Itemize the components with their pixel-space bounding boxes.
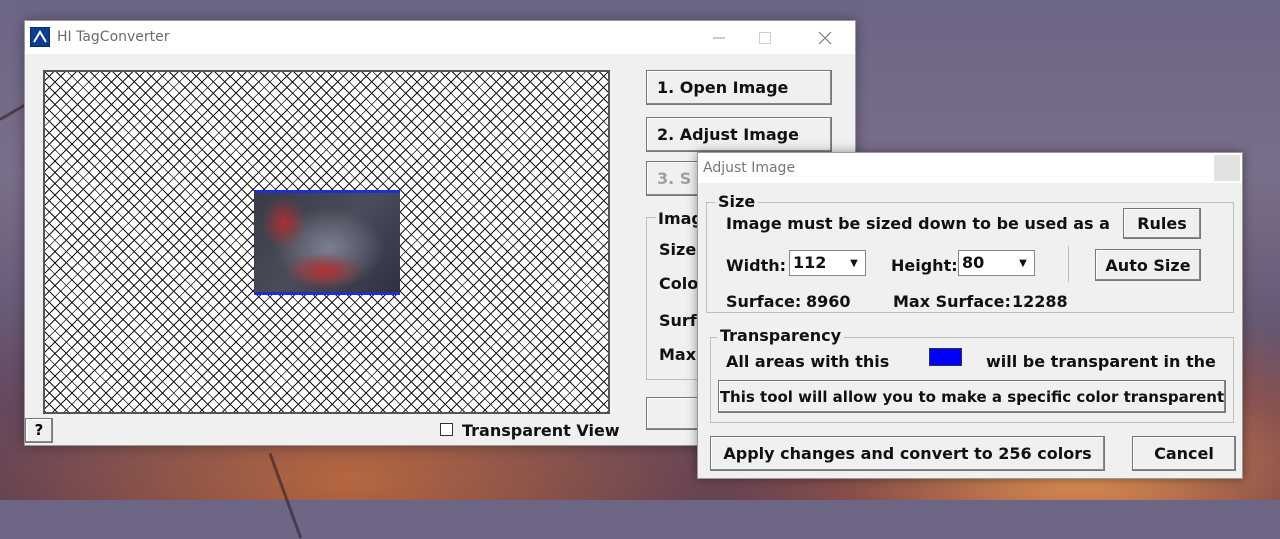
height-value: 80: [962, 253, 985, 272]
info-colors-label: Colo: [659, 274, 699, 293]
width-label: Width:: [726, 256, 787, 275]
image-canvas[interactable]: [43, 70, 610, 414]
help-button[interactable]: ?: [25, 418, 53, 443]
chevron-down-icon[interactable]: ▼: [1014, 254, 1032, 273]
adjust-image-button[interactable]: 2. Adjust Image: [646, 117, 832, 152]
desktop-decoration: [268, 452, 303, 539]
transparency-message-end: will be transparent in the: [986, 352, 1216, 371]
window-title: HI TagConverter: [57, 29, 170, 45]
transparency-tool-button[interactable]: This tool will allow you to make a speci…: [718, 380, 1226, 413]
title-bar[interactable]: HI TagConverter: [25, 21, 855, 54]
height-label: Height:: [891, 256, 958, 275]
height-combobox[interactable]: 80 ▼: [958, 250, 1035, 276]
open-image-button[interactable]: 1. Open Image: [646, 70, 832, 105]
separator: [1068, 246, 1069, 282]
apply-convert-button[interactable]: Apply changes and convert to 256 colors: [710, 436, 1105, 471]
transparent-color-swatch[interactable]: [929, 348, 962, 366]
image-preview: [254, 190, 400, 295]
transparency-group-legend: Transparency: [717, 326, 845, 345]
auto-size-button[interactable]: Auto Size: [1095, 249, 1201, 281]
transparency-message-start: All areas with this: [726, 352, 890, 371]
width-value: 112: [793, 253, 827, 272]
surface-value: 8960: [806, 292, 851, 311]
adjust-image-dialog: Adjust Image Size Image must be sized do…: [697, 152, 1243, 479]
chevron-down-icon[interactable]: ▼: [845, 254, 863, 273]
close-icon[interactable]: [803, 25, 847, 51]
size-message: Image must be sized down to be used as a: [726, 214, 1110, 233]
max-surface-label: Max Surface:: [893, 292, 1011, 311]
size-group-legend: Size: [715, 192, 759, 211]
max-surface-value: 12288: [1012, 292, 1068, 311]
info-max-label: Max: [659, 345, 697, 364]
info-size-label: Size: [659, 240, 697, 259]
surface-label: Surface:: [726, 292, 802, 311]
transparent-view-checkbox[interactable]: [440, 423, 453, 436]
dialog-title: Adjust Image: [703, 160, 796, 176]
width-combobox[interactable]: 112 ▼: [789, 250, 866, 276]
cancel-button[interactable]: Cancel: [1132, 436, 1236, 471]
app-icon: [30, 27, 50, 47]
transparent-view-label: Transparent View: [462, 421, 620, 440]
info-surface-label: Surf: [659, 311, 697, 330]
dialog-title-bar[interactable]: Adjust Image: [698, 153, 1242, 183]
maximize-icon[interactable]: [743, 25, 787, 51]
rules-button[interactable]: Rules: [1123, 208, 1201, 239]
dialog-close-icon[interactable]: [1214, 155, 1240, 181]
minimize-icon[interactable]: [697, 25, 741, 51]
